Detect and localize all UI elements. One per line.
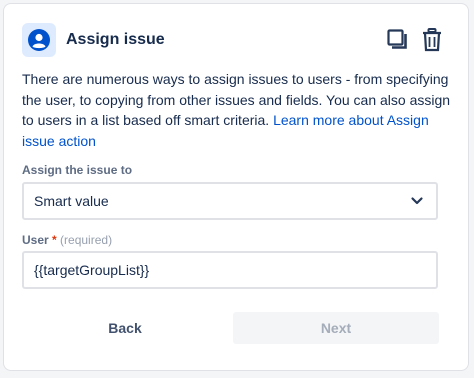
copy-icon[interactable] [386,27,410,53]
user-avatar-icon [22,23,56,57]
required-hint: (required) [60,233,113,247]
card-title: Assign issue [66,31,165,48]
header-tools [386,27,444,53]
user-input[interactable]: {{targetGroupList}} [22,251,438,289]
card-header: Assign issue [22,22,444,58]
back-button[interactable]: Back [22,312,228,344]
chevron-down-icon [410,194,424,211]
user-label-text: User [22,233,49,247]
action-description: There are numerous ways to assign issues… [22,69,452,151]
assign-to-value: Smart value [34,193,109,209]
next-button[interactable]: Next [233,312,439,344]
required-asterisk: * [52,233,57,247]
user-field-label: User * (required) [22,233,112,247]
assign-to-label: Assign the issue to [22,163,133,177]
trash-icon[interactable] [420,27,444,53]
assign-to-select[interactable]: Smart value [22,182,438,220]
user-input-value: {{targetGroupList}} [34,262,150,278]
